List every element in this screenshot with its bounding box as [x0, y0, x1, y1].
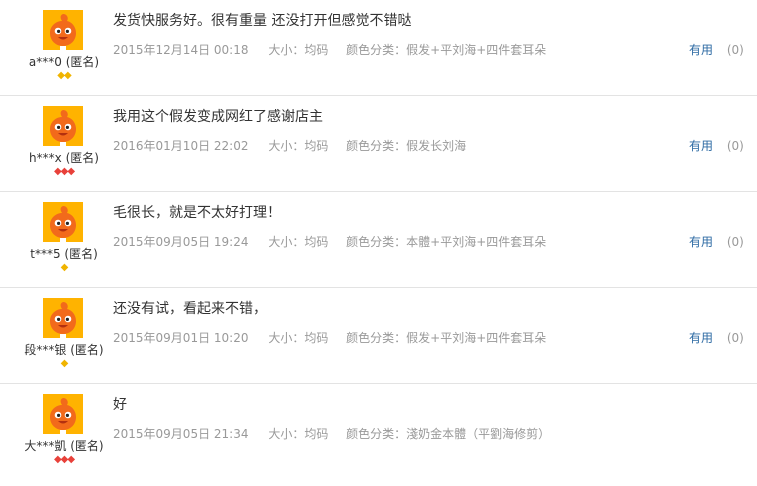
review-date: 2015年09月05日 21:34	[113, 427, 249, 441]
red-diamond-icon: ◆	[67, 166, 75, 177]
red-diamond-icon: ◆	[60, 166, 69, 177]
review-size: 大小：均码	[268, 427, 329, 441]
review-content: 毛很长，就是不太好打理！	[113, 205, 281, 221]
review-meta: 2015年09月05日 21:34 大小：均码 颜色分类：淺奶金本體（平劉海修剪…	[113, 425, 550, 442]
user-level-badges: ◆◆◆	[2, 166, 126, 178]
review-item: 大***凱 (匿名) ◆◆◆ 好 2015年09月05日 21:34 大小：均码…	[0, 384, 757, 480]
review-meta: 2016年01月10日 22:02 大小：均码 颜色分类：假发长刘海	[113, 137, 466, 154]
review-color-option: 颜色分类：本體+平刘海+四件套耳朵	[346, 235, 547, 249]
review-meta: 2015年09月05日 19:24 大小：均码 颜色分类：本體+平刘海+四件套耳…	[113, 233, 546, 250]
useful-count: (0)	[726, 139, 744, 153]
review-color-option: 颜色分类：假发+平刘海+四件套耳朵	[346, 331, 547, 345]
username: h***x (匿名)	[29, 151, 99, 165]
review-size: 大小：均码	[268, 43, 329, 57]
useful-vote	[689, 425, 699, 439]
yellow-diamond-icon: ◆	[60, 262, 69, 273]
useful-vote: 有用 (0)	[689, 329, 744, 346]
review-content: 我用这个假发变成网红了感谢店主	[113, 109, 323, 125]
review-color-option: 颜色分类：假发长刘海	[346, 139, 467, 153]
review-meta: 2015年12月14日 00:18 大小：均码 颜色分类：假发+平刘海+四件套耳…	[113, 41, 546, 58]
red-diamond-icon: ◆	[53, 454, 62, 465]
user-level-badges: ◆◆	[2, 70, 126, 82]
review-size: 大小：均码	[268, 235, 329, 249]
avatar-icon[interactable]	[43, 10, 83, 50]
user-level-badges: ◆◆◆	[2, 454, 126, 466]
review-date: 2015年12月14日 00:18	[113, 43, 249, 57]
user-level-badges: ◆	[2, 358, 126, 370]
red-diamond-icon: ◆	[67, 454, 75, 465]
review-item: h***x (匿名) ◆◆◆ 我用这个假发变成网红了感谢店主 2016年01月1…	[0, 96, 757, 192]
username: 段***银 (匿名)	[24, 343, 104, 357]
review-list: a***0 (匿名) ◆◆ 发货快服务好。很有重量 还没打开但感觉不错哒 201…	[0, 0, 757, 480]
review-meta: 2015年09月01日 10:20 大小：均码 颜色分类：假发+平刘海+四件套耳…	[113, 329, 546, 346]
review-date: 2015年09月05日 19:24	[113, 235, 249, 249]
useful-count: (0)	[726, 43, 744, 57]
useful-count: (0)	[726, 235, 744, 249]
useful-button[interactable]: 有用	[689, 139, 713, 153]
avatar-icon[interactable]	[43, 202, 83, 242]
username: 大***凱 (匿名)	[24, 439, 104, 453]
review-item: 段***银 (匿名) ◆ 还没有试，看起来不错， 2015年09月01日 10:…	[0, 288, 757, 384]
useful-vote: 有用 (0)	[689, 233, 744, 250]
review-content: 还没有试，看起来不错，	[113, 301, 267, 317]
yellow-diamond-icon: ◆	[64, 70, 72, 81]
useful-button[interactable]: 有用	[689, 43, 713, 57]
yellow-diamond-icon: ◆	[60, 358, 69, 369]
review-content: 好	[113, 397, 127, 413]
avatar-icon[interactable]	[43, 298, 83, 338]
red-diamond-icon: ◆	[53, 166, 62, 177]
review-size: 大小：均码	[268, 331, 329, 345]
red-diamond-icon: ◆	[60, 454, 69, 465]
username: t***5 (匿名)	[30, 247, 98, 261]
yellow-diamond-icon: ◆	[57, 70, 65, 81]
review-content: 发货快服务好。很有重量 还没打开但感觉不错哒	[113, 13, 412, 29]
useful-count: (0)	[726, 331, 744, 345]
user-level-badges: ◆	[2, 262, 126, 274]
useful-button[interactable]: 有用	[689, 235, 713, 249]
useful-vote: 有用 (0)	[689, 41, 744, 58]
review-color-option: 颜色分类：淺奶金本體（平劉海修剪）	[346, 427, 551, 441]
review-size: 大小：均码	[268, 139, 329, 153]
avatar-icon[interactable]	[43, 106, 83, 146]
review-color-option: 颜色分类：假发+平刘海+四件套耳朵	[346, 43, 547, 57]
review-date: 2016年01月10日 22:02	[113, 139, 249, 153]
avatar-icon[interactable]	[43, 394, 83, 434]
review-item: a***0 (匿名) ◆◆ 发货快服务好。很有重量 还没打开但感觉不错哒 201…	[0, 0, 757, 96]
username: a***0 (匿名)	[28, 55, 100, 69]
useful-button[interactable]: 有用	[689, 331, 713, 345]
review-date: 2015年09月01日 10:20	[113, 331, 249, 345]
review-item: t***5 (匿名) ◆ 毛很长，就是不太好打理！ 2015年09月05日 19…	[0, 192, 757, 288]
useful-vote: 有用 (0)	[689, 137, 744, 154]
